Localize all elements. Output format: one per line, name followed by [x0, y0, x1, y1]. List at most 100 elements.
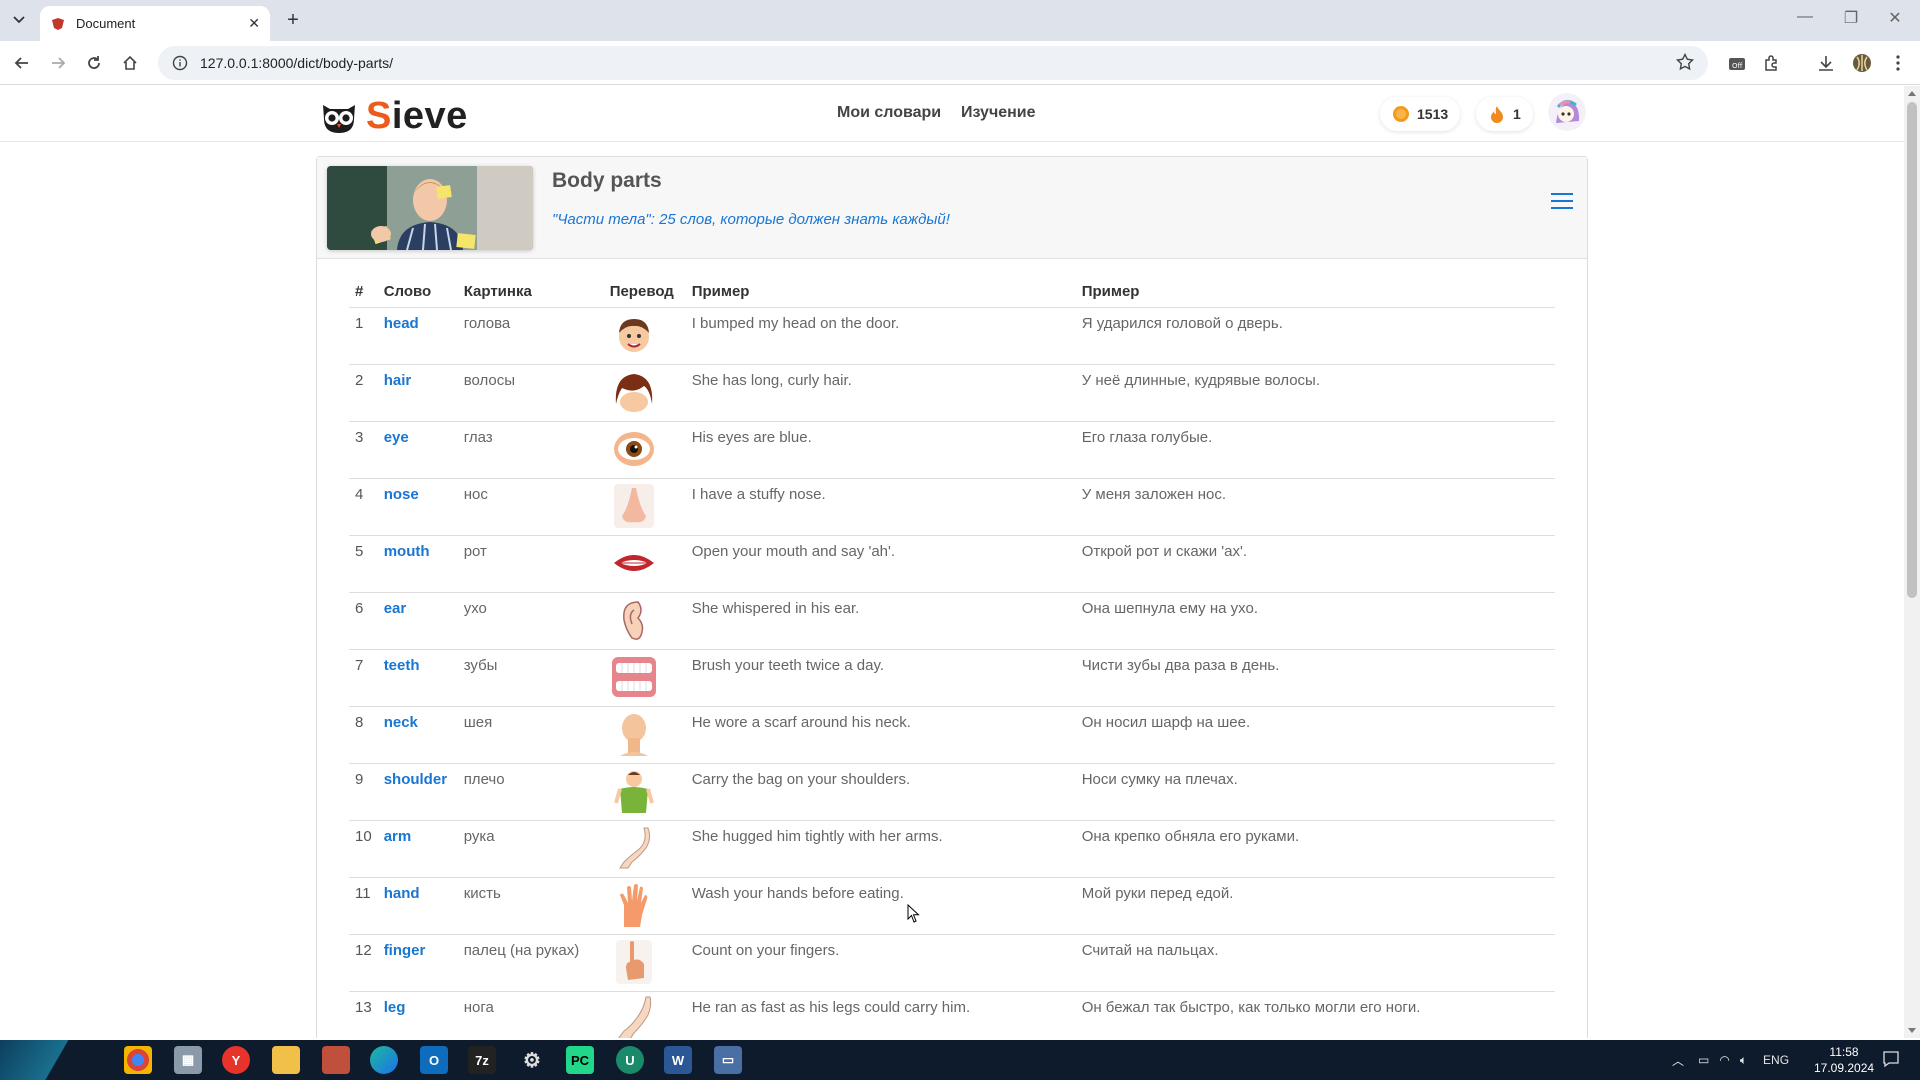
- table-row: 11 hand кисть Wash your hands before eating…: [349, 877, 1555, 935]
- browser-toolbar: 127.0.0.1:8000/dict/body-parts/ Off: [0, 41, 1920, 85]
- example-en-text: Brush your teeth twice a day.: [685, 649, 1076, 707]
- extensions-puzzle-icon[interactable]: [1760, 51, 1784, 75]
- word-link[interactable]: neck: [377, 706, 458, 764]
- translation-text: плечо: [457, 763, 604, 821]
- yandex-app-icon[interactable]: Y: [222, 1046, 250, 1074]
- word-link[interactable]: ear: [377, 592, 458, 650]
- example-ru-text: Он бежал так быстро, как только могли ег…: [1075, 991, 1555, 1038]
- start-button[interactable]: [0, 1040, 90, 1080]
- coins-count: 1513: [1417, 106, 1449, 122]
- picture-cell: [603, 649, 686, 707]
- settings-gear-icon[interactable]: ⚙: [518, 1046, 546, 1074]
- address-bar[interactable]: 127.0.0.1:8000/dict/body-parts/: [158, 46, 1708, 80]
- word-app-icon[interactable]: W: [664, 1046, 692, 1074]
- site-header: Sieve Мои словари Изучение 1513 1: [0, 86, 1904, 142]
- browser-tab-bar: Document ✕ + — ❐ ✕: [0, 0, 1920, 41]
- url-text: 127.0.0.1:8000/dict/body-parts/: [200, 55, 394, 71]
- nav-study[interactable]: Изучение: [961, 104, 1036, 122]
- word-link[interactable]: eye: [377, 421, 458, 479]
- app-icon-window[interactable]: ▭: [714, 1046, 742, 1074]
- tab-close-icon[interactable]: ✕: [248, 15, 260, 32]
- clock-time: 11:58: [1829, 1045, 1859, 1059]
- tab-search-chevron-icon[interactable]: [8, 9, 30, 31]
- back-icon[interactable]: [10, 51, 34, 75]
- taskbar-clock[interactable]: 11:58 17.09.2024: [1814, 1044, 1874, 1076]
- wifi-icon[interactable]: ◠: [1719, 1053, 1729, 1067]
- notification-center-icon[interactable]: [1882, 1050, 1900, 1068]
- dictionary-card: Body parts "Части тела": 25 слов, которы…: [316, 156, 1588, 1038]
- example-en-text: He ran as fast as his legs could carry h…: [685, 991, 1076, 1038]
- word-link[interactable]: shoulder: [377, 763, 458, 821]
- restore-icon[interactable]: ❐: [1836, 8, 1866, 28]
- reload-icon[interactable]: [82, 51, 106, 75]
- picture-cell: [603, 364, 686, 422]
- scrollbar-thumb[interactable]: [1907, 102, 1917, 598]
- word-link[interactable]: hand: [377, 877, 458, 935]
- example-ru-text: Считай на пальцах.: [1075, 934, 1555, 992]
- nav-my-dictionaries[interactable]: Мои словари: [837, 104, 941, 122]
- forward-icon[interactable]: [46, 51, 70, 75]
- word-link[interactable]: arm: [377, 820, 458, 878]
- calculator-app-icon[interactable]: ▦: [174, 1046, 202, 1074]
- user-avatar[interactable]: [1548, 93, 1586, 131]
- table-row: 5 mouth рот Open your mouth and say 'ah'. От…: [349, 535, 1555, 593]
- page-scrollbar[interactable]: [1904, 86, 1920, 1038]
- new-tab-icon[interactable]: +: [282, 10, 304, 32]
- nose-icon: [613, 483, 654, 528]
- dictionary-subtitle: "Части тела": 25 слов, которые должен зн…: [552, 211, 950, 228]
- site-info-icon[interactable]: [172, 55, 188, 71]
- app-icon-bird[interactable]: [322, 1046, 350, 1074]
- flame-icon: [1491, 106, 1503, 123]
- scroll-down-arrow-icon[interactable]: [1908, 1028, 1916, 1033]
- file-explorer-app-icon[interactable]: [272, 1046, 300, 1074]
- upwork-app-icon[interactable]: U: [616, 1046, 644, 1074]
- battery-icon[interactable]: ▭: [1698, 1053, 1709, 1067]
- volume-icon[interactable]: 🔈︎: [1740, 1053, 1747, 1068]
- word-link[interactable]: leg: [377, 991, 458, 1038]
- profile-avatar-icon[interactable]: [1850, 51, 1874, 75]
- edge-app-icon[interactable]: [370, 1046, 398, 1074]
- word-link[interactable]: nose: [377, 478, 458, 536]
- download-icon[interactable]: [1814, 51, 1838, 75]
- minimize-icon[interactable]: —: [1790, 8, 1820, 26]
- word-link[interactable]: mouth: [377, 535, 458, 593]
- hamburger-menu-icon[interactable]: [1551, 193, 1573, 213]
- table-header-row: # Слово Картинка Перевод Пример Пример: [349, 277, 1555, 308]
- picture-cell: [603, 307, 686, 365]
- extension-off-icon[interactable]: Off: [1726, 51, 1750, 75]
- site-logo[interactable]: Sieve: [320, 95, 468, 138]
- word-link[interactable]: hair: [377, 364, 458, 422]
- streak-badge[interactable]: 1: [1476, 97, 1533, 131]
- example-en-text: I have a stuffy nose.: [685, 478, 1076, 536]
- 7zip-app-icon[interactable]: 7z: [468, 1046, 496, 1074]
- row-number: 13: [349, 991, 378, 1038]
- home-icon[interactable]: [118, 51, 142, 75]
- word-link[interactable]: head: [377, 307, 458, 365]
- table-row: 2 hair волосы She has long, curly hair. У не…: [349, 364, 1555, 422]
- row-number: 3: [349, 421, 378, 479]
- chrome-app-icon[interactable]: [124, 1046, 152, 1074]
- row-number: 2: [349, 364, 378, 422]
- bookmark-star-icon[interactable]: [1676, 53, 1694, 71]
- dictionary-title: Body parts: [552, 169, 662, 192]
- window-close-icon[interactable]: ✕: [1880, 8, 1910, 28]
- example-en-text: I bumped my head on the door.: [685, 307, 1076, 365]
- ear-icon: [622, 600, 643, 640]
- example-en-text: Carry the bag on your shoulders.: [685, 763, 1076, 821]
- word-link[interactable]: teeth: [377, 649, 458, 707]
- pycharm-app-icon[interactable]: PC: [566, 1046, 594, 1074]
- scroll-up-arrow-icon[interactable]: [1908, 91, 1916, 96]
- translation-text: зубы: [457, 649, 604, 707]
- example-en-text: Wash your hands before eating.: [685, 877, 1076, 935]
- language-indicator[interactable]: ENG: [1763, 1053, 1789, 1067]
- example-en-text: She hugged him tightly with her arms.: [685, 820, 1076, 878]
- more-menu-icon[interactable]: [1886, 51, 1910, 75]
- word-link[interactable]: finger: [377, 934, 458, 992]
- outlook-app-icon[interactable]: O: [420, 1046, 448, 1074]
- dictionary-cover-image: [327, 166, 533, 250]
- col-header-translation: Перевод: [603, 277, 686, 308]
- browser-tab[interactable]: Document ✕: [40, 6, 270, 41]
- coins-badge[interactable]: 1513: [1380, 97, 1461, 131]
- picture-cell: [603, 763, 686, 821]
- tray-chevron-icon[interactable]: ︿: [1672, 1052, 1684, 1069]
